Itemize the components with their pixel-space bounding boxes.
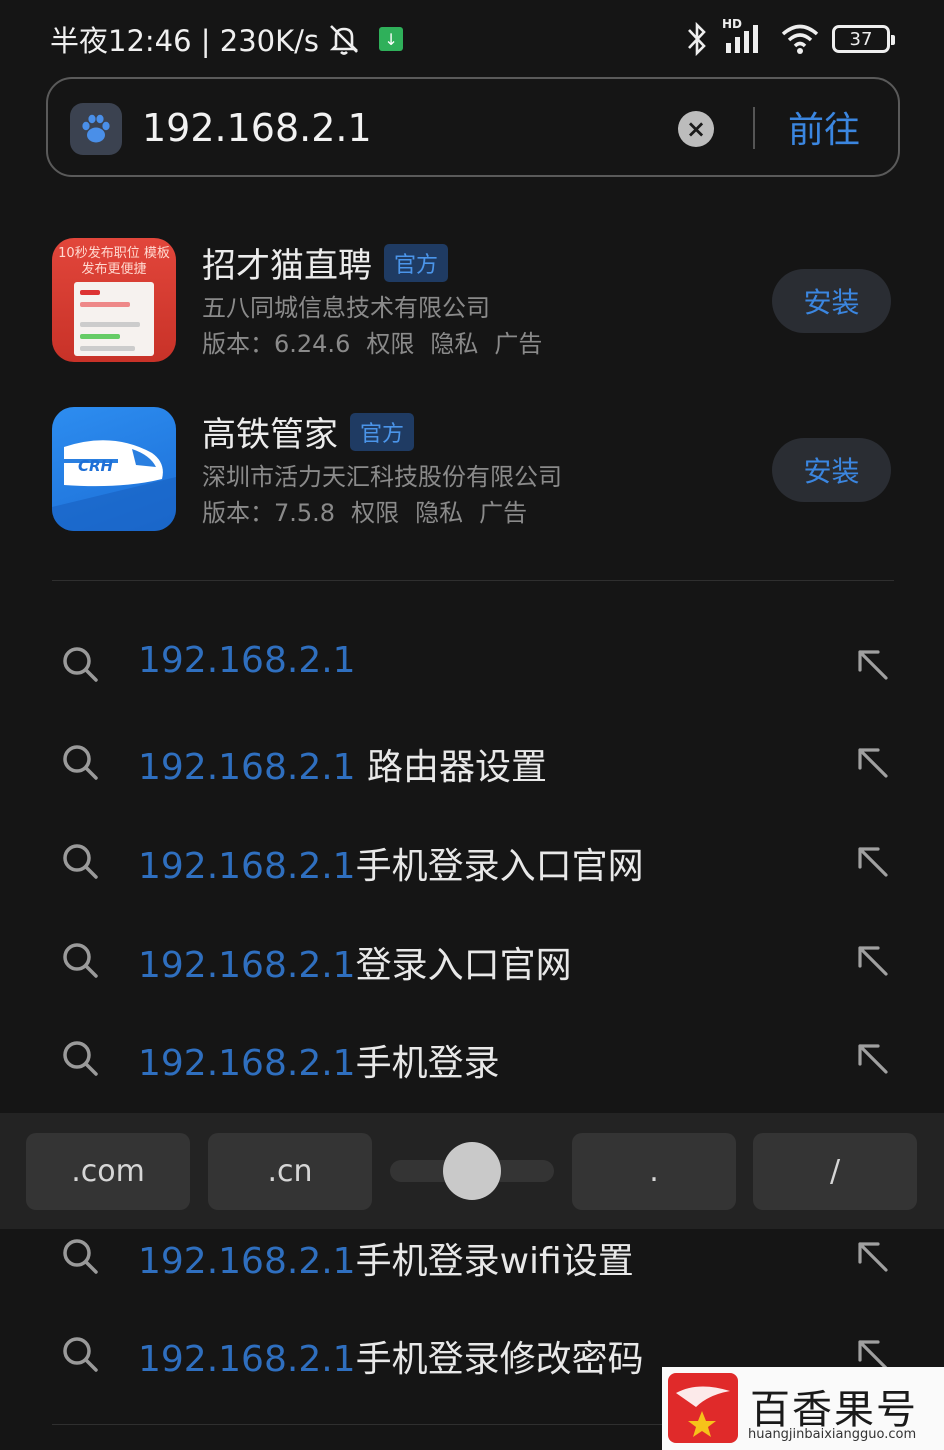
suggestion-text: 192.168.2.1 路由器设置 <box>138 738 547 790</box>
cursor-slider-handle[interactable] <box>443 1142 501 1200</box>
key-dot[interactable]: . <box>572 1133 736 1210</box>
ad-label: 广告 <box>494 330 543 358</box>
suggestion-item[interactable]: 192.168.2.1登录入口官网 <box>0 904 944 1003</box>
official-badge: 官方 <box>384 243 449 282</box>
bluetooth-icon <box>688 21 706 57</box>
status-bar: 半夜12:46 | 230K/s ↓ HD 37 <box>0 0 944 76</box>
bell-mute-icon <box>329 25 359 55</box>
search-icon <box>63 745 98 780</box>
privacy-link[interactable]: 隐私 <box>430 324 478 359</box>
suggestion-text: 192.168.2.1手机登录修改密码 <box>138 1330 644 1382</box>
url-input[interactable] <box>142 101 662 155</box>
app-icon-zhaocaimao[interactable]: 10秒发布职位 模板发布更便捷 <box>52 238 176 362</box>
suggestion-text: 192.168.2.1手机登录 <box>138 1034 500 1086</box>
install-button[interactable]: 安装 <box>772 269 891 333</box>
app-result[interactable]: 10秒发布职位 模板发布更便捷 招才猫直聘 官方 五八同城信息技术有限公司 版本… <box>52 238 892 363</box>
suggestion-text: 192.168.2.1手机登录wifi设置 <box>138 1232 634 1284</box>
signal-icon: HD <box>722 17 768 57</box>
battery-level: 37 <box>849 28 873 50</box>
search-icon <box>63 647 98 682</box>
watermark-url: huangjinbaixiangguo.com <box>748 1427 917 1442</box>
suggestion-text: 192.168.2.1手机登录入口官网 <box>138 837 644 889</box>
key-dot-cn[interactable]: .cn <box>208 1133 372 1210</box>
fill-arrow-icon[interactable] <box>856 1240 890 1274</box>
status-left: 半夜12:46 | 230K/s ↓ <box>50 18 404 60</box>
app-company: 五八同城信息技术有限公司 <box>202 294 490 322</box>
address-bar[interactable]: × 前往 <box>46 77 900 177</box>
app-company: 深圳市活力天汇科技股份有限公司 <box>202 463 562 491</box>
fill-arrow-icon[interactable] <box>856 648 890 682</box>
suggestion-query: 192.168.2.1 <box>138 1241 356 1282</box>
suggestion-rest: 手机登录 <box>355 1043 500 1084</box>
suggestion-item[interactable]: 192.168.2.1 路由器设置 <box>0 706 944 805</box>
install-button[interactable]: 安装 <box>772 438 891 502</box>
app-version: 版本：7.5.8 <box>202 499 336 527</box>
suggestion-item[interactable]: 192.168.2.1手机登录入口官网 <box>0 805 944 904</box>
divider <box>753 107 755 149</box>
icon-caption: CRH <box>78 457 114 475</box>
status-right: HD 37 <box>684 17 895 58</box>
paw-icon <box>70 103 122 155</box>
keyboard-shortcut-bar: .com .cn . / <box>0 1113 944 1229</box>
search-icon <box>63 844 98 879</box>
app-meta: 版本：7.5.8 权限 隐私 广告 <box>202 493 527 528</box>
ad-label: 广告 <box>479 499 528 527</box>
app-title: 高铁管家 官方 <box>202 407 415 456</box>
suggestion-rest: 路由器设置 <box>355 747 548 788</box>
suggestion-item[interactable]: 192.168.2.1 <box>0 608 944 707</box>
suggestion-query: 192.168.2.1 <box>138 640 356 681</box>
suggestion-text: 192.168.2.1登录入口官网 <box>138 936 572 988</box>
permissions-link[interactable]: 权限 <box>366 324 414 359</box>
download-icon: ↓ <box>379 27 404 51</box>
search-icon <box>63 1337 98 1372</box>
suggestion-rest: 手机登录入口官网 <box>355 846 644 887</box>
go-button[interactable]: 前往 <box>788 101 860 153</box>
privacy-link[interactable]: 隐私 <box>415 493 463 528</box>
icon-caption: 10秒发布职位 模板发布更便捷 <box>58 246 170 277</box>
suggestion-rest: 手机登录wifi设置 <box>355 1241 634 1282</box>
suggestion-rest: 手机登录修改密码 <box>355 1339 644 1380</box>
app-title: 招才猫直聘 官方 <box>202 238 449 287</box>
key-dot-com[interactable]: .com <box>26 1133 190 1210</box>
app-icon-gaotieguanjia[interactable]: CRH <box>52 407 176 531</box>
suggestion-query: 192.168.2.1 <box>138 945 356 986</box>
wifi-icon <box>781 24 819 54</box>
icon-paper <box>74 282 154 356</box>
fill-arrow-icon[interactable] <box>856 845 890 879</box>
suggestion-query: 192.168.2.1 <box>138 1339 356 1380</box>
suggestion-item[interactable]: 192.168.2.1手机登录 <box>0 1002 944 1101</box>
divider <box>52 580 894 581</box>
fill-arrow-icon[interactable] <box>856 944 890 978</box>
watermark: 百香果号 huangjinbaixiangguo.com <box>662 1367 944 1450</box>
suggestion-rest: 登录入口官网 <box>355 945 572 986</box>
status-time-speed: 半夜12:46 | 230K/s <box>50 24 320 58</box>
fill-arrow-icon[interactable] <box>856 1042 890 1076</box>
app-name: 招才猫直聘 <box>202 246 372 286</box>
suggestion-text: 192.168.2.1 <box>138 640 356 681</box>
watermark-logo <box>668 1373 738 1443</box>
app-version: 版本：6.24.6 <box>202 330 351 358</box>
official-badge: 官方 <box>350 412 415 451</box>
key-slash[interactable]: / <box>753 1133 917 1210</box>
battery-indicator: 37 <box>832 25 895 53</box>
clear-icon[interactable]: × <box>678 111 714 147</box>
search-icon <box>63 943 98 978</box>
search-icon <box>63 1239 98 1274</box>
permissions-link[interactable]: 权限 <box>351 493 399 528</box>
search-icon <box>63 1041 98 1076</box>
suggestion-query: 192.168.2.1 <box>138 1043 356 1084</box>
app-name: 高铁管家 <box>202 415 338 455</box>
app-meta: 版本：6.24.6 权限 隐私 广告 <box>202 324 542 359</box>
suggestion-query: 192.168.2.1 <box>138 846 356 887</box>
app-result[interactable]: CRH 高铁管家 官方 深圳市活力天汇科技股份有限公司 版本：7.5.8 权限 … <box>52 407 892 532</box>
fill-arrow-icon[interactable] <box>856 746 890 780</box>
suggestion-query: 192.168.2.1 <box>138 747 356 788</box>
